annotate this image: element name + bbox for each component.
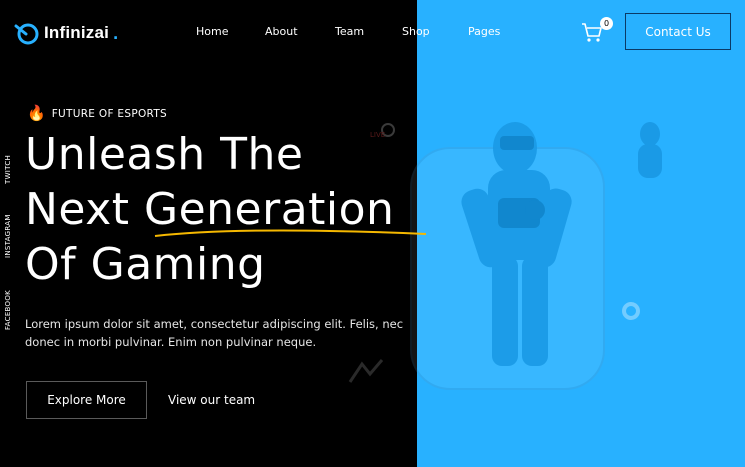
social-twitch[interactable]: TWITCH bbox=[4, 155, 12, 184]
live-badge-icon: LIVE bbox=[370, 123, 395, 139]
cart-count-badge: 0 bbox=[600, 17, 613, 30]
contact-button[interactable]: Contact Us bbox=[625, 13, 731, 50]
svg-text:LIVE: LIVE bbox=[370, 131, 385, 139]
nav-about[interactable]: About bbox=[265, 25, 298, 38]
view-team-link[interactable]: View our team bbox=[168, 393, 255, 407]
hero-headline: Unleash The Next Generation Of Gaming bbox=[25, 127, 394, 292]
brand-name: Infinizai bbox=[44, 23, 110, 42]
nav-team[interactable]: Team bbox=[335, 25, 364, 38]
hero-eyebrow: 🔥 FUTURE OF ESPORTS bbox=[27, 106, 167, 121]
ring-decoration bbox=[622, 302, 640, 320]
player-illustration bbox=[440, 118, 600, 388]
hero-description: Lorem ipsum dolor sit amet, consectetur … bbox=[25, 317, 404, 349]
nav-shop[interactable]: Shop bbox=[402, 25, 430, 38]
brand-logo[interactable]: Infinizai . bbox=[14, 20, 118, 46]
social-links: TWITCH INSTAGRAM FACEBOOK bbox=[4, 140, 20, 340]
logo-icon bbox=[14, 23, 39, 45]
gamer-silhouette bbox=[348, 359, 384, 383]
nav-home[interactable]: Home bbox=[196, 25, 228, 38]
brand-dot: . bbox=[113, 22, 119, 43]
social-instagram[interactable]: INSTAGRAM bbox=[4, 214, 12, 258]
nav-pages[interactable]: Pages bbox=[468, 25, 500, 38]
headline-underline bbox=[154, 229, 427, 237]
social-facebook[interactable]: FACEBOOK bbox=[4, 290, 12, 330]
explore-more-button[interactable]: Explore More bbox=[26, 381, 147, 419]
headline-line-1: Unleash The bbox=[25, 129, 304, 180]
headline-line-3: Of Gaming bbox=[25, 239, 266, 290]
eyebrow-text: FUTURE OF ESPORTS bbox=[51, 107, 168, 120]
character-thumbnail bbox=[625, 120, 675, 185]
fire-icon: 🔥 bbox=[27, 104, 46, 122]
